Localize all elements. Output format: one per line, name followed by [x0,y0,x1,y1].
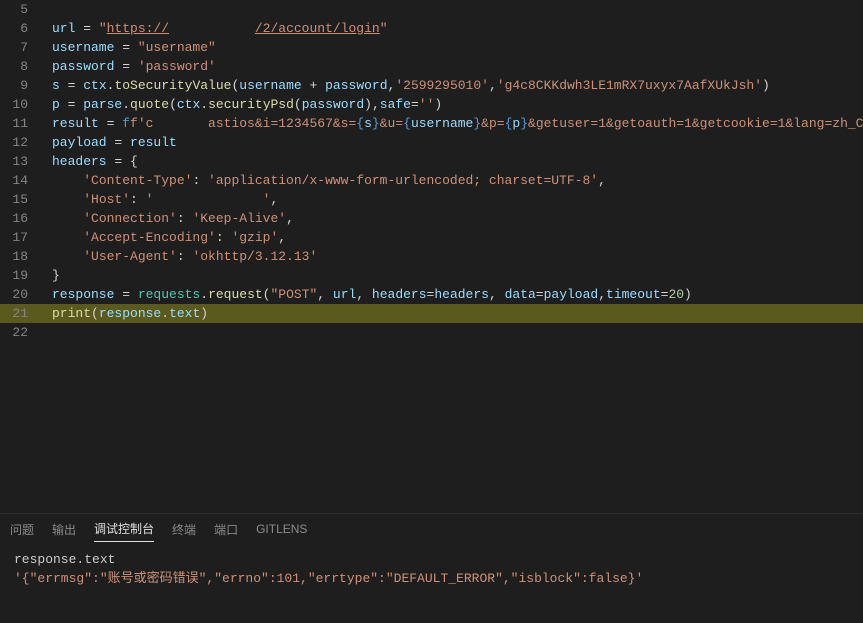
line-number: 16 [0,209,40,228]
tab-terminal[interactable]: 终端 [172,517,196,542]
bottom-panel: 问题 输出 调试控制台 终端 端口 GITLENS response.text … [0,513,863,623]
tab-ports[interactable]: 端口 [214,517,238,542]
code-line[interactable]: 18 'User-Agent': 'okhttp/3.12.13' [0,247,863,266]
line-number: 9 [0,76,40,95]
code-line[interactable]: 11 result = ff'cxxxxxxxastios&i=1234567&… [0,114,863,133]
line-number: 22 [0,323,40,342]
line-number: 19 [0,266,40,285]
line-number: 14 [0,171,40,190]
line-number: 12 [0,133,40,152]
code-editor[interactable]: 5 6 url = "https://xxxxxxxxxxx/2/account… [0,0,863,513]
line-number: 20 [0,285,40,304]
code-line[interactable]: 22 [0,323,863,342]
line-number: 5 [0,0,40,19]
code-line[interactable]: 13 headers = { [0,152,863,171]
line-number: 6 [0,19,40,38]
code-line[interactable]: 16 'Connection': 'Keep-Alive', [0,209,863,228]
tab-debug-console[interactable]: 调试控制台 [94,516,154,542]
code-line[interactable]: 7 username = "username" [0,38,863,57]
line-number: 17 [0,228,40,247]
debug-expression: response.text [14,550,849,569]
code-line[interactable]: 19 } [0,266,863,285]
code-line[interactable]: 12 payload = result [0,133,863,152]
line-number: 8 [0,57,40,76]
code-line[interactable]: 20 response = requests.request("POST", u… [0,285,863,304]
code-line[interactable]: 9 s = ctx.toSecurityValue(username + pas… [0,76,863,95]
code-line[interactable]: 8 password = 'password' [0,57,863,76]
debug-value: '{"errmsg":"账号或密码错误","errno":101,"errtyp… [14,569,849,588]
line-number: 10 [0,95,40,114]
code-line[interactable]: 6 url = "https://xxxxxxxxxxx/2/account/l… [0,19,863,38]
code-line[interactable]: 10 p = parse.quote(ctx.securityPsd(passw… [0,95,863,114]
tab-problems[interactable]: 问题 [10,517,34,542]
code-line[interactable]: 15 'Host': 'xxxxxxxxxxxxxx', [0,190,863,209]
line-number: 11 [0,114,40,133]
code-line[interactable]: 14 'Content-Type': 'application/x-www-fo… [0,171,863,190]
code-line-active[interactable]: 21 print(response.text) [0,304,863,323]
tab-gitlens[interactable]: GITLENS [256,518,307,540]
line-number: 18 [0,247,40,266]
debug-console[interactable]: response.text '{"errmsg":"账号或密码错误","errn… [0,544,863,594]
line-number: 21 [0,304,40,323]
line-number: 13 [0,152,40,171]
panel-tabbar: 问题 输出 调试控制台 终端 端口 GITLENS [0,514,863,544]
code-line[interactable]: 17 'Accept-Encoding': 'gzip', [0,228,863,247]
line-number: 7 [0,38,40,57]
tab-output[interactable]: 输出 [52,517,76,542]
code-line[interactable]: 5 [0,0,863,19]
line-number: 15 [0,190,40,209]
